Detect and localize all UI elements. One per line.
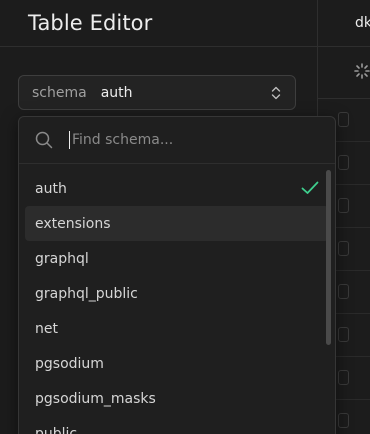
chevron-up-down-icon	[271, 86, 281, 100]
table-tab-label: dk	[355, 15, 370, 31]
schema-select-value: auth	[100, 84, 133, 101]
schema-search-input[interactable]	[69, 131, 294, 149]
schema-search-bar	[19, 117, 335, 164]
schema-dropdown: auth extensions graphql graphql_publicnet pg…	[18, 116, 336, 434]
schema-options-list: auth extensions graphql graphql_publicnet pg…	[19, 164, 335, 434]
loading-spinner-icon	[354, 63, 370, 79]
row-checkbox[interactable]	[338, 327, 349, 342]
schema-option[interactable]: graphql_public	[25, 276, 329, 311]
schema-option[interactable]: extensions	[25, 206, 329, 241]
schema-option[interactable]: public	[25, 416, 329, 434]
row-checkbox[interactable]	[338, 241, 349, 256]
schema-option[interactable]: pgsodium	[25, 346, 329, 381]
search-icon	[35, 131, 53, 149]
page-title: Table Editor	[28, 11, 153, 35]
schema-option[interactable]: auth	[25, 171, 329, 206]
schema-select[interactable]: schema auth	[18, 75, 296, 110]
schema-option-label: graphql_public	[35, 285, 138, 302]
check-icon	[301, 181, 319, 194]
schema-option-label: extensions	[35, 215, 111, 232]
schema-option-label: graphql	[35, 250, 89, 267]
schema-option[interactable]: pgsodium_masks	[25, 381, 329, 416]
row-checkbox[interactable]	[338, 112, 349, 127]
schema-option-label: net	[35, 320, 58, 337]
schema-select-prefix: schema	[32, 84, 87, 101]
row-checkbox[interactable]	[338, 370, 349, 385]
schema-option[interactable]: net	[25, 311, 329, 346]
row-checkbox[interactable]	[338, 198, 349, 213]
schema-option-label: pgsodium	[35, 355, 104, 372]
schema-option-label: auth	[35, 180, 67, 197]
grid-toolbar	[318, 47, 370, 99]
app-window: dk Table Editor schema auth Find schema.…	[0, 0, 370, 434]
table-tab[interactable]: dk	[318, 0, 370, 47]
dropdown-scrollbar[interactable]	[326, 170, 331, 345]
schema-option-label: pgsodium_masks	[35, 390, 156, 407]
schema-option[interactable]: graphql	[25, 241, 329, 276]
schema-option-label: public	[35, 425, 78, 434]
row-checkbox[interactable]	[338, 284, 349, 299]
row-checkbox[interactable]	[338, 413, 349, 428]
sidebar-header: Table Editor	[0, 0, 317, 47]
row-checkbox[interactable]	[338, 155, 349, 170]
